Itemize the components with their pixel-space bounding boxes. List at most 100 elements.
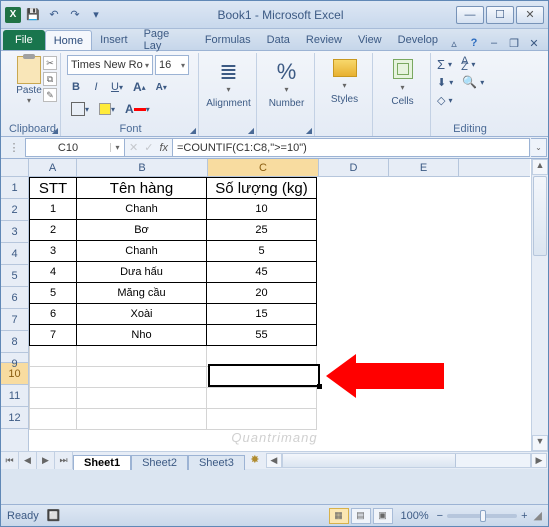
doc-restore-icon[interactable]: ❐ [506,37,522,50]
sheet-tab-3[interactable]: Sheet3 [188,455,245,470]
view-page-layout-icon[interactable]: ▤ [351,508,371,524]
sheet-nav-next-icon[interactable]: ▶ [37,452,55,469]
cell[interactable]: Nho [77,325,207,346]
tab-insert[interactable]: Insert [92,30,136,50]
select-all-corner[interactable] [1,159,29,177]
cell[interactable]: Xoài [77,304,207,325]
cancel-formula-icon[interactable]: ✕ [129,141,138,154]
cell[interactable]: 45 [207,262,317,283]
zoom-level[interactable]: 100% [401,510,429,522]
save-button[interactable]: 💾 [24,6,42,24]
cell[interactable] [30,388,77,409]
cell[interactable] [207,346,317,367]
row-header[interactable]: 4 [1,243,28,265]
row-header[interactable]: 10 [1,363,28,385]
cell[interactable] [387,241,457,262]
cell[interactable] [317,178,387,199]
vertical-scrollbar[interactable]: ▲ ▼ [531,159,548,451]
row-header[interactable]: 12 [1,407,28,429]
new-sheet-icon[interactable]: ✸ [245,452,265,469]
fill-down-icon[interactable]: ⬇ [437,76,446,89]
doc-close-icon[interactable]: ✕ [526,37,542,50]
cell[interactable]: 4 [30,262,77,283]
cell[interactable]: 2 [30,220,77,241]
clear-icon[interactable]: ◇ [437,94,445,107]
cell[interactable] [207,409,317,430]
cell[interactable]: Chanh [77,241,207,262]
sheet-tab-2[interactable]: Sheet2 [131,455,188,470]
autosum-icon[interactable]: Σ [437,57,445,72]
horizontal-scrollbar[interactable]: ◀ ▶ [265,452,548,469]
fill-color-button[interactable]: ▾ [95,99,119,119]
group-number[interactable]: % ▾ Number ◢ [259,53,315,136]
redo-button[interactable]: ↷ [66,6,84,24]
sort-filter-icon[interactable]: AZ [461,58,468,70]
name-box[interactable]: ⋮ C10 ▾ [25,138,125,157]
col-header-a[interactable]: A [29,159,77,176]
hscroll-thumb[interactable] [283,454,456,467]
underline-button[interactable]: U▾ [107,77,127,97]
cell[interactable] [30,367,77,388]
row-header[interactable]: 7 [1,309,28,331]
italic-button[interactable]: I [87,77,105,97]
cell[interactable]: 7 [30,325,77,346]
alignment-launcher-icon[interactable]: ◢ [248,126,254,135]
scroll-right-icon[interactable]: ▶ [531,453,547,468]
vscroll-thumb[interactable] [533,176,547,256]
qat-dropdown[interactable]: ▾ [87,6,105,24]
cell[interactable] [317,409,387,430]
tab-view[interactable]: View [350,30,390,50]
cut-icon[interactable]: ✂ [43,56,57,70]
cells-area[interactable]: STT Tên hàng Số lượng (kg) 1Chanh10 2Bơ2… [29,177,530,451]
font-color-button[interactable]: A▾ [121,99,154,119]
insert-function-icon[interactable]: fx [159,142,168,154]
cell[interactable] [77,409,207,430]
undo-button[interactable]: ↶ [45,6,63,24]
clipboard-launcher-icon[interactable]: ◢ [52,126,58,135]
group-alignment[interactable]: ≣ ▾ Alignment ◢ [201,53,257,136]
cell[interactable]: 55 [207,325,317,346]
cell[interactable] [387,325,457,346]
cell[interactable] [30,409,77,430]
cell[interactable] [317,304,387,325]
font-launcher-icon[interactable]: ◢ [190,126,196,135]
bold-button[interactable]: B [67,77,85,97]
cell[interactable] [317,199,387,220]
cell[interactable]: Dưa hấu [77,262,207,283]
cell[interactable] [317,283,387,304]
cell[interactable]: 1 [30,199,77,220]
col-header-c[interactable]: C [208,159,319,176]
cell[interactable] [387,262,457,283]
cell[interactable]: 15 [207,304,317,325]
sheet-nav-prev-icon[interactable]: ◀ [19,452,37,469]
doc-min-icon[interactable]: – [486,37,502,50]
cell[interactable]: 6 [30,304,77,325]
formula-expand-icon[interactable]: ⌄ [531,138,547,157]
cell[interactable]: 10 [207,199,317,220]
sheet-tab-1[interactable]: Sheet1 [73,455,131,470]
row-header[interactable]: 2 [1,199,28,221]
row-header[interactable]: 5 [1,265,28,287]
sheet-nav-first-icon[interactable]: ⏮ [1,452,19,469]
cell[interactable]: 5 [30,283,77,304]
tab-developer[interactable]: Develop [390,30,446,50]
group-cells[interactable]: ▾ Cells [375,53,431,136]
col-header-b[interactable]: B [77,159,208,176]
zoom-slider[interactable] [447,514,517,518]
header-qty[interactable]: Số lượng (kg) [207,178,317,199]
cell[interactable] [387,283,457,304]
cell[interactable] [387,199,457,220]
row-header[interactable]: 8 [1,331,28,353]
border-button[interactable]: ▾ [67,99,93,119]
format-painter-icon[interactable]: ✎ [43,88,57,102]
zoom-out-icon[interactable]: − [437,510,443,522]
cell[interactable] [387,220,457,241]
scroll-up-icon[interactable]: ▲ [532,159,548,175]
zoom-in-icon[interactable]: + [521,510,527,522]
cell[interactable] [207,388,317,409]
formula-input[interactable]: =COUNTIF(C1:C8,">=10") [173,138,530,157]
cell[interactable] [387,178,457,199]
tab-home[interactable]: Home [45,30,92,50]
resize-grip-icon[interactable]: ◢ [534,509,542,522]
view-normal-icon[interactable]: ▦ [329,508,349,524]
